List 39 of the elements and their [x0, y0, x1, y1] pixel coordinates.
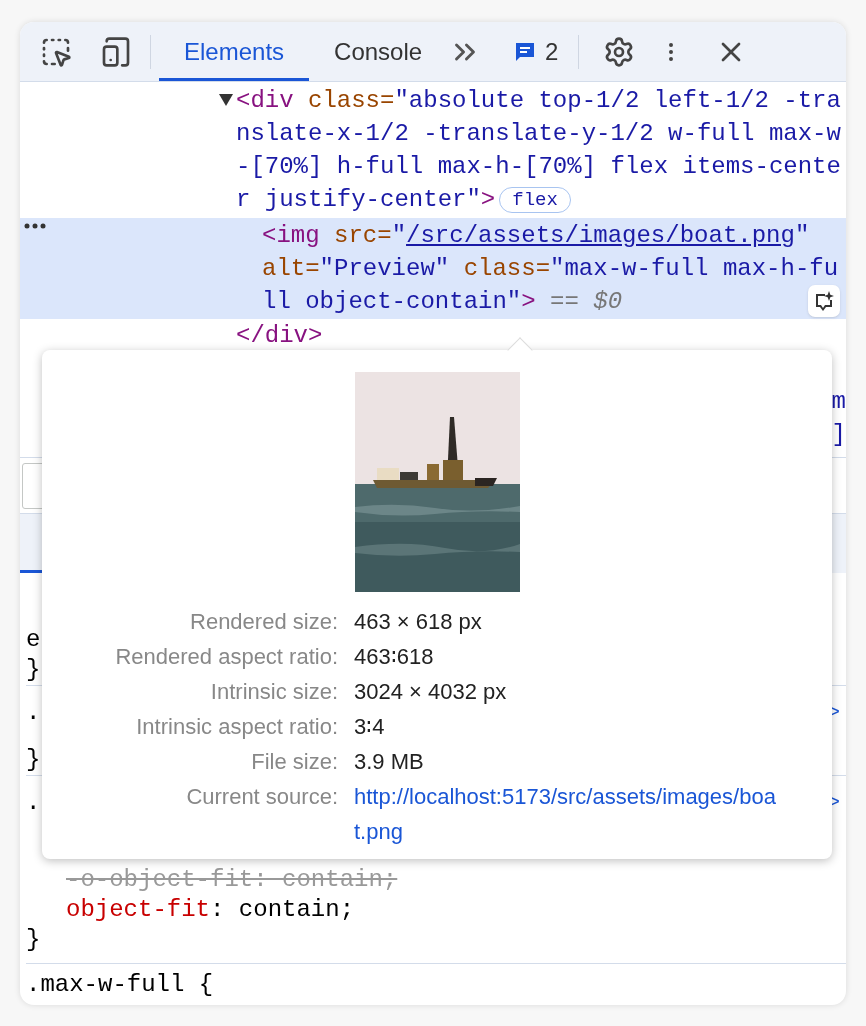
code-fragment: }: [26, 656, 41, 683]
panel-tab[interactable]: Console: [309, 22, 448, 81]
css-selector: .max-w-full {: [26, 971, 214, 998]
code-line: <img src="/src/assets/images/boat.png": [262, 221, 810, 251]
code-fragment: .: [26, 788, 41, 818]
css-declaration: object-fit: contain;: [66, 896, 355, 923]
info-label: Rendered size:: [189, 608, 338, 636]
info-value: 463∶618: [354, 643, 435, 671]
code-line: -[70%] h-full max-h-[70%] flex items-cente: [236, 152, 841, 182]
code-fragment: e: [26, 626, 41, 653]
code-fragment: }: [26, 746, 41, 773]
more-icon[interactable]: [24, 223, 46, 229]
info-label: Intrinsic aspect ratio:: [135, 713, 338, 741]
dom-node-row[interactable]: <img src="/src/assets/images/boat.png" alt="Preview" class="max-w-full max-h-fu ll object-contain"> == $0: [20, 218, 846, 319]
code-line: nslate-x-1/2 -translate-y-1/2 w-full max-w: [236, 119, 841, 149]
info-label: Rendered aspect ratio:: [114, 643, 338, 671]
info-label: File size:: [250, 748, 338, 776]
code-line: ll object-contain"> == $0: [262, 287, 623, 317]
info-value: 3∶4: [354, 713, 386, 741]
source-link[interactable]: http://localhost:5173/src/assets/images/boat.png: [354, 779, 784, 849]
code-line: r justify-center">: [236, 185, 496, 215]
closing-brace: }: [26, 926, 41, 953]
info-value: 3024 × 4032 px: [354, 678, 508, 706]
info-value: 463 × 618 px: [354, 608, 483, 636]
ai-assist-icon[interactable]: [808, 285, 840, 317]
css-declaration: -o-object-fit: contain;: [66, 866, 398, 893]
code-line: </div>: [236, 321, 323, 351]
issues-button[interactable]: 2: [513, 33, 559, 70]
code-fragment: .: [26, 698, 41, 728]
panel-tab[interactable]: Elements: [159, 22, 310, 81]
info-value: 3.9 MB: [354, 748, 425, 776]
code-line: <div class="absolute top-1/2 left-1/2 -tra: [236, 86, 841, 116]
expand-triangle-icon[interactable]: [219, 94, 233, 106]
code-line: alt="Preview" class="max-w-full max-h-fu: [262, 254, 839, 284]
code-fragment: m: [831, 387, 846, 417]
code-fragment: ]: [831, 420, 846, 450]
info-label: Intrinsic size:: [209, 678, 338, 706]
flex-badge[interactable]: flex: [499, 186, 571, 213]
info-label: Current source:: [185, 783, 338, 811]
